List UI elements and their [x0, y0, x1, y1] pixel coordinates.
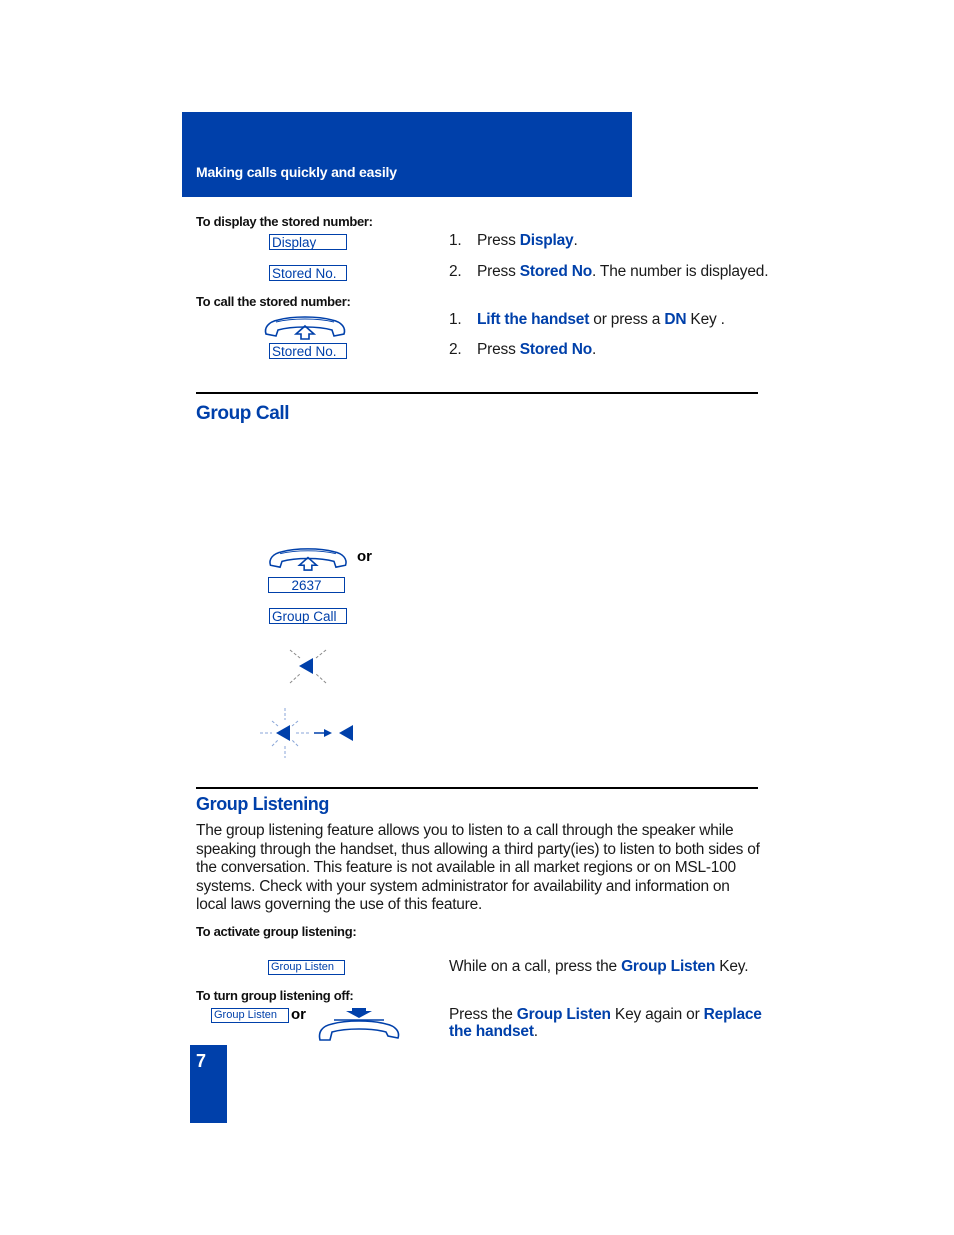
step-text: or press a: [589, 311, 665, 328]
step-key: DN: [664, 311, 687, 328]
indicator-flash-to-steady-icon: [260, 708, 353, 758]
chapter-header-band: [182, 112, 632, 197]
step-key: Display: [519, 232, 574, 249]
page-number: 7: [196, 1051, 207, 1071]
step-number: 1.: [449, 311, 462, 328]
group-listening-description: The group listening feature allows you t…: [196, 822, 760, 914]
step-number: 2.: [449, 341, 462, 358]
step-text: Key .: [686, 311, 725, 328]
step-text: Key.: [715, 958, 749, 975]
deactivate-instruction: Press the Group Listen Key again or Repl…: [449, 1006, 762, 1040]
or-label: or: [357, 548, 372, 565]
deactivate-subheading: To turn group listening off:: [196, 988, 354, 1003]
handset-replace-icon: [318, 1008, 400, 1041]
call-step-2: 2. Press Stored No.: [449, 341, 596, 359]
handset-lift-icon: [269, 548, 347, 571]
step-number: 1.: [449, 232, 462, 249]
indicator-flash-icon: [289, 649, 327, 684]
display-step-2: 2. Press Stored No. The number is display…: [449, 263, 769, 281]
step-text: .: [573, 232, 578, 249]
call-step-1: 1. Lift the handset or press a DN Key .: [449, 311, 725, 329]
stored-no-key[interactable]: Stored No.: [269, 265, 347, 281]
stored-no-key-call[interactable]: Stored No.: [269, 343, 347, 359]
chapter-title: Making calls quickly and easily: [196, 164, 397, 180]
step-text: While on a call, press the: [449, 958, 622, 975]
step-key: Group Listen: [621, 958, 716, 975]
display-step-1: 1. Press Display.: [449, 232, 578, 250]
group-listen-key[interactable]: Group Listen: [268, 960, 345, 975]
step-text: Key again or: [610, 1006, 704, 1023]
group-listening-title: Group Listening: [196, 794, 329, 814]
dial-code: 2637: [268, 577, 345, 593]
step-text: . The number is displayed.: [592, 263, 769, 280]
group-listen-key-off[interactable]: Group Listen: [211, 1008, 289, 1023]
step-text: Press the: [449, 1006, 517, 1023]
activate-instruction: While on a call, press the Group Listen …: [449, 958, 748, 976]
section-divider: [196, 392, 758, 394]
handset-lift-icon: [264, 316, 346, 340]
step-key: Stored No: [519, 341, 592, 358]
or-label: or: [291, 1006, 306, 1023]
step-text: Press: [477, 263, 520, 280]
group-call-key[interactable]: Group Call: [269, 608, 347, 624]
group-call-title: Group Call: [196, 403, 290, 424]
step-number: 2.: [449, 263, 462, 280]
display-key[interactable]: Display: [269, 234, 347, 250]
call-stored-subheading: To call the stored number:: [196, 294, 351, 309]
step-key: the handset: [449, 1023, 534, 1040]
step-text: .: [592, 341, 597, 358]
step-key: Lift the handset: [477, 311, 590, 328]
step-text: Press: [477, 341, 520, 358]
step-text: Press: [477, 232, 520, 249]
section-divider: [196, 787, 758, 789]
display-stored-subheading: To display the stored number:: [196, 214, 373, 229]
step-text: .: [533, 1023, 538, 1040]
step-key: Group Listen: [516, 1006, 611, 1023]
activate-subheading: To activate group listening:: [196, 924, 357, 939]
step-key: Stored No: [519, 263, 592, 280]
step-key: Replace: [703, 1006, 762, 1023]
